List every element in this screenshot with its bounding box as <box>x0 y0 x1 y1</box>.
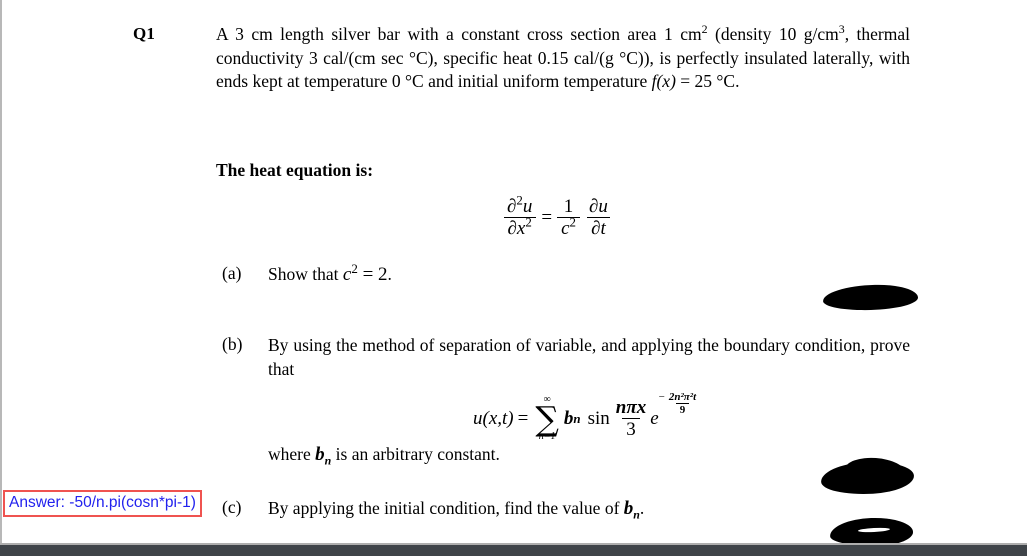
formula-sin: sin <box>587 407 610 429</box>
formula-exponent-denominator: 9 <box>675 403 690 416</box>
part-c-text: By applying the initial condition, find … <box>268 497 908 521</box>
formula-exponent: − 2n²π²t 9 <box>659 391 701 416</box>
variable-x-order: 2 <box>525 214 532 230</box>
heat-eq-rhs-num-du: ∂u <box>585 196 612 217</box>
redaction-blob <box>822 283 919 312</box>
intro-line1-mid: (density 10 g/cm <box>707 24 839 44</box>
formula-sin-arg-numerator: nπx <box>615 396 647 418</box>
intro-temperature-value: = 25 °C. <box>675 71 740 91</box>
variable-t: t <box>600 218 606 240</box>
variable-u-rhs: u <box>598 196 608 217</box>
part-b-label: (b) <box>222 334 243 354</box>
variable-c-order: 2 <box>569 214 576 230</box>
partial-symbol-rhs: ∂ <box>588 196 599 217</box>
heat-eq-equals: = <box>541 206 553 228</box>
part-b-note-post: is an arbitrary constant. <box>331 444 500 464</box>
formula-exponent-numerator: 2n²π²t <box>668 391 697 403</box>
answer-annotation-text: Answer: -50/n.pi(cosn*pi-1) <box>9 494 196 511</box>
part-b-text: By using the method of separation of var… <box>268 335 910 379</box>
question-intro-paragraph: A 3 cm length silver bar with a constant… <box>216 23 910 94</box>
sigma-icon: ∑ <box>535 399 559 438</box>
formula-exponent-fraction: 2n²π²t 9 <box>665 391 700 416</box>
formula-exp-base: e <box>650 407 659 429</box>
variable-u: u <box>522 196 533 217</box>
part-a-text-pre: Show that <box>268 264 343 284</box>
formula-sin-arg-denominator: 3 <box>622 418 640 440</box>
heat-eq-rhs-den-csq: c2 <box>557 214 580 240</box>
page-bottom-bar <box>0 545 1027 556</box>
heat-eq-lhs-denominator: ∂x2 <box>503 214 536 240</box>
variable-c: c <box>561 218 570 240</box>
partial-symbol: ∂ <box>507 196 517 217</box>
part-c-text-pre: By applying the initial condition, find … <box>268 498 624 518</box>
intro-line1-pre: A 3 cm length silver bar with a constant… <box>216 24 702 44</box>
part-b-note-var: b <box>315 444 325 465</box>
part-c-math-var: b <box>623 498 634 519</box>
summation-lower-limit: n=1 <box>538 431 556 443</box>
part-a-label: (a) <box>222 263 242 283</box>
part-c-math-sub: n <box>633 507 640 522</box>
part-a-text-end: . <box>387 264 392 284</box>
summation-operator: ∞ ∑ n=1 <box>535 395 559 442</box>
page-left-edge <box>0 0 2 545</box>
intro-temperature-symbol: f(x) <box>651 71 676 91</box>
part-a-math-rest: = 2 <box>357 264 388 285</box>
heat-eq-rhs-derivative-fraction: ∂u ∂t <box>585 196 612 240</box>
partial-symbol-den: ∂ <box>507 218 517 240</box>
part-b-note: where bn is an arbitrary constant. <box>268 443 500 467</box>
heat-equation-formula: ∂2u ∂x2 = 1 c2 ∂u ∂t <box>503 194 612 240</box>
heat-eq-rhs-coefficient-fraction: 1 c2 <box>557 196 580 240</box>
heat-eq-rhs-den-dt: ∂t <box>587 217 610 239</box>
formula-lhs: u(x,t) <box>473 407 514 429</box>
formula-sin-argument: nπx 3 <box>612 397 650 441</box>
document-page: Q1 A 3 cm length silver bar with a const… <box>0 0 1027 556</box>
heat-equation-intro: The heat equation is: <box>216 160 374 180</box>
answer-annotation-box[interactable]: Answer: -50/n.pi(cosn*pi-1) <box>3 490 202 517</box>
part-c-text-end: . <box>639 498 645 518</box>
series-solution-formula: u(x,t) = ∞ ∑ n=1 bn sin nπx 3 e − 2n²π²t… <box>473 391 700 442</box>
formula-coefficient: b <box>563 407 574 429</box>
heat-eq-lhs-fraction: ∂ 2u ∂x2 <box>503 194 536 240</box>
part-c-label: (c) <box>222 497 242 517</box>
part-b-note-pre: where <box>268 444 316 464</box>
formula-equals: = <box>517 407 529 429</box>
part-a-text: Show that c2 = 2. <box>268 262 908 287</box>
question-label: Q1 <box>133 24 156 43</box>
